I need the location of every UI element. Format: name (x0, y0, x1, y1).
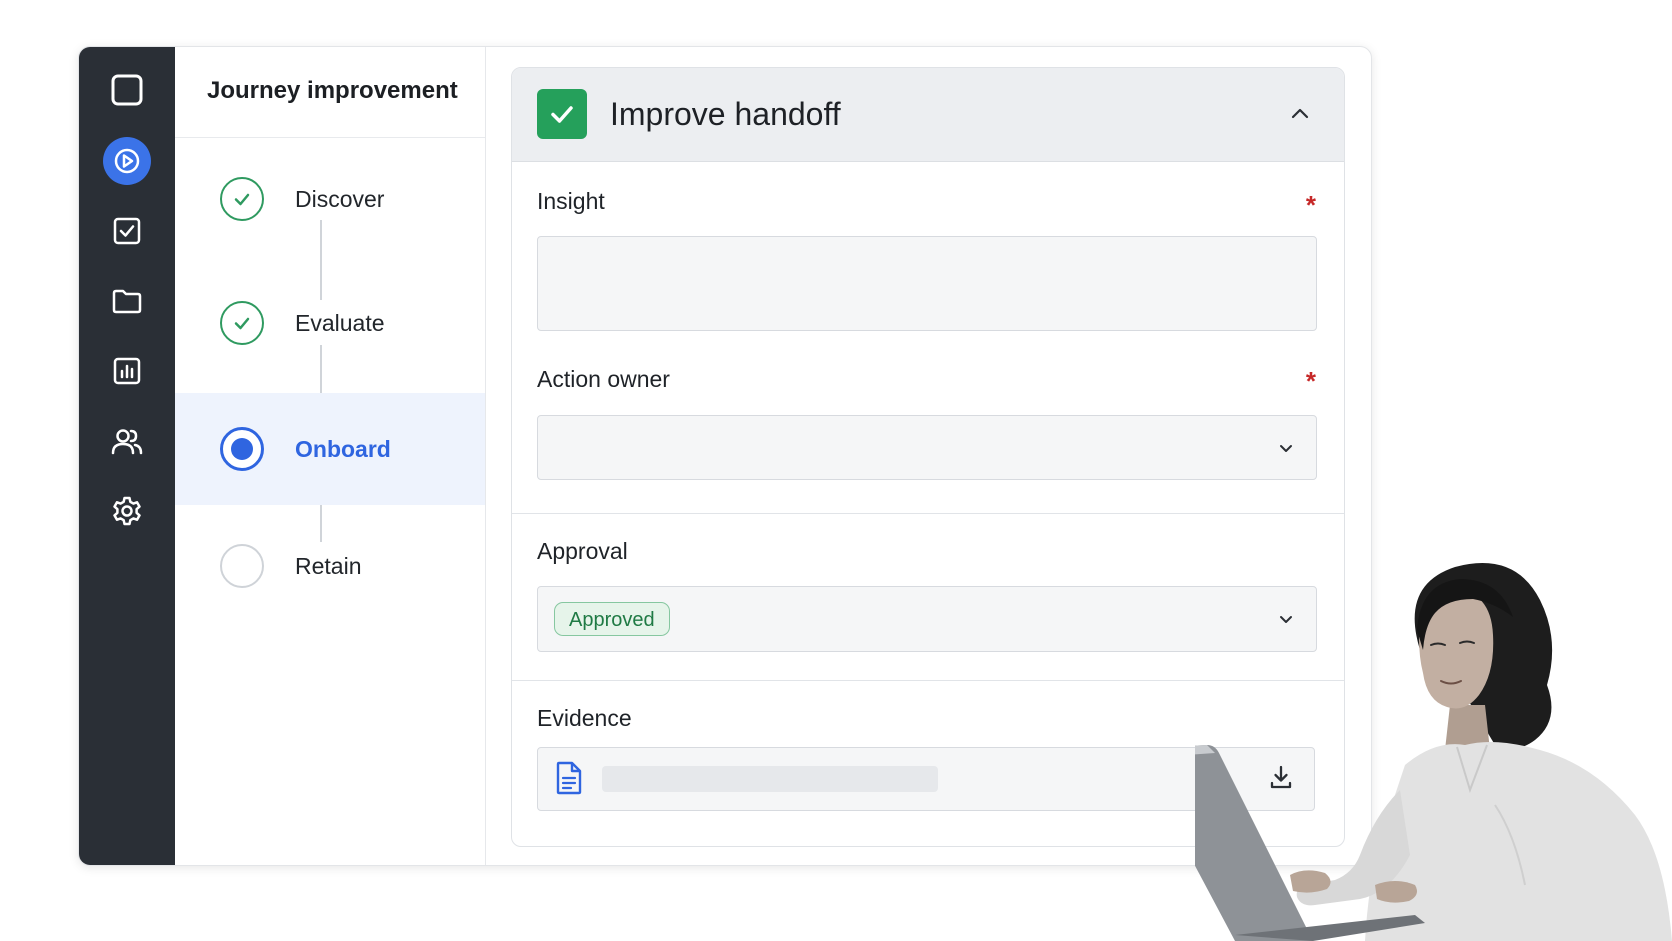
action-owner-select[interactable] (537, 415, 1317, 480)
chevron-up-icon (1291, 108, 1309, 119)
step-discover[interactable]: Discover (175, 144, 485, 254)
square-icon (111, 74, 143, 106)
page-title: Journey improvement (207, 77, 458, 104)
step-evaluate[interactable]: Evaluate (175, 268, 485, 378)
chart-icon (113, 357, 141, 385)
check-icon (234, 193, 250, 206)
approval-label: Approval (537, 538, 628, 564)
panel-header[interactable]: Improve handoff (512, 68, 1344, 162)
file-name-placeholder (602, 766, 938, 792)
step-label: Discover (295, 185, 385, 212)
insight-input[interactable] (537, 236, 1317, 331)
folder-icon (112, 289, 142, 314)
checkbox-icon (113, 217, 141, 245)
journey-stepper: Journey improvement Discover Evaluate On… (175, 47, 486, 865)
status-badge: Approved (554, 602, 670, 636)
step-pending-marker (220, 544, 264, 588)
check-icon (234, 317, 250, 330)
step-onboard[interactable]: Onboard (175, 393, 485, 505)
step-label: Onboard (295, 435, 391, 462)
gear-icon (113, 496, 141, 526)
files-nav[interactable] (99, 273, 155, 329)
home-nav[interactable] (99, 62, 155, 118)
journeys-nav[interactable] (99, 133, 155, 189)
evidence-label: Evidence (537, 705, 632, 731)
panel-title: Improve handoff (610, 96, 841, 132)
icon-rail (79, 47, 175, 865)
users-icon (111, 429, 143, 455)
settings-nav[interactable] (99, 483, 155, 539)
required-indicator: * (1305, 366, 1316, 396)
check-icon (551, 106, 573, 123)
step-complete-marker (220, 301, 264, 345)
document-icon (556, 761, 582, 795)
section-divider (512, 513, 1344, 514)
step-complete-marker (220, 177, 264, 221)
step-current-marker (220, 427, 264, 471)
tasks-nav[interactable] (99, 203, 155, 259)
step-label: Evaluate (295, 309, 385, 336)
action-owner-label: Action owner (537, 366, 670, 392)
collapse-button[interactable] (1284, 98, 1316, 130)
reports-nav[interactable] (99, 343, 155, 399)
required-indicator: * (1305, 190, 1316, 220)
chevron-down-icon (1280, 444, 1292, 452)
people-nav[interactable] (99, 413, 155, 469)
step-retain[interactable]: Retain (175, 511, 485, 621)
divider (175, 137, 485, 138)
task-complete-checkbox[interactable] (537, 89, 587, 139)
insight-label: Insight (537, 188, 605, 214)
person-with-laptop-photo (1195, 563, 1672, 941)
play-icon (114, 148, 140, 174)
step-label: Retain (295, 552, 362, 579)
app-window: Journey improvement Discover Evaluate On… (78, 46, 1372, 866)
